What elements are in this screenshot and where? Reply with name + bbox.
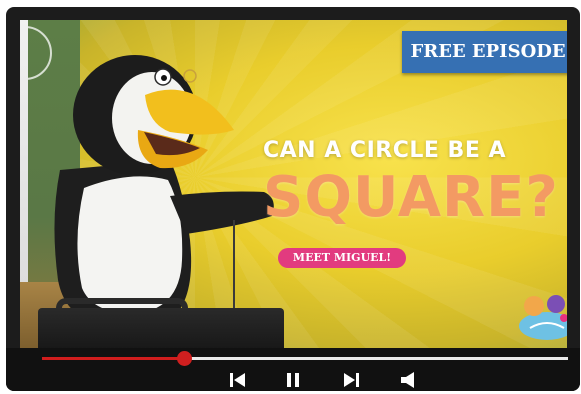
skip-forward-button[interactable]	[340, 370, 362, 390]
video-player: FREE EPISODE! CAN A CIRCLE BE A SQUARE? …	[6, 7, 580, 391]
pause-button[interactable]	[282, 370, 304, 390]
skip-back-icon	[230, 373, 245, 387]
show-logo-mark	[519, 295, 567, 340]
volume-icon	[401, 372, 414, 388]
meet-character-pill: MEET MIGUEL!	[278, 248, 406, 268]
player-controls	[6, 348, 580, 391]
progress-bar[interactable]	[42, 351, 568, 366]
volume-button[interactable]	[398, 370, 420, 390]
skip-forward-icon	[344, 373, 359, 387]
pause-icon	[287, 373, 299, 387]
progress-played	[42, 357, 185, 360]
speaker-box	[38, 308, 284, 348]
skip-back-button[interactable]	[227, 370, 249, 390]
free-episode-badge: FREE EPISODE!	[402, 31, 567, 73]
scrubber-handle[interactable]	[177, 351, 193, 366]
headline-line-1: CAN A CIRCLE BE A	[263, 138, 507, 163]
headline-line-2: SQUARE?	[263, 165, 559, 230]
show-logo	[516, 288, 567, 344]
video-frame[interactable]: FREE EPISODE! CAN A CIRCLE BE A SQUARE? …	[20, 20, 567, 348]
